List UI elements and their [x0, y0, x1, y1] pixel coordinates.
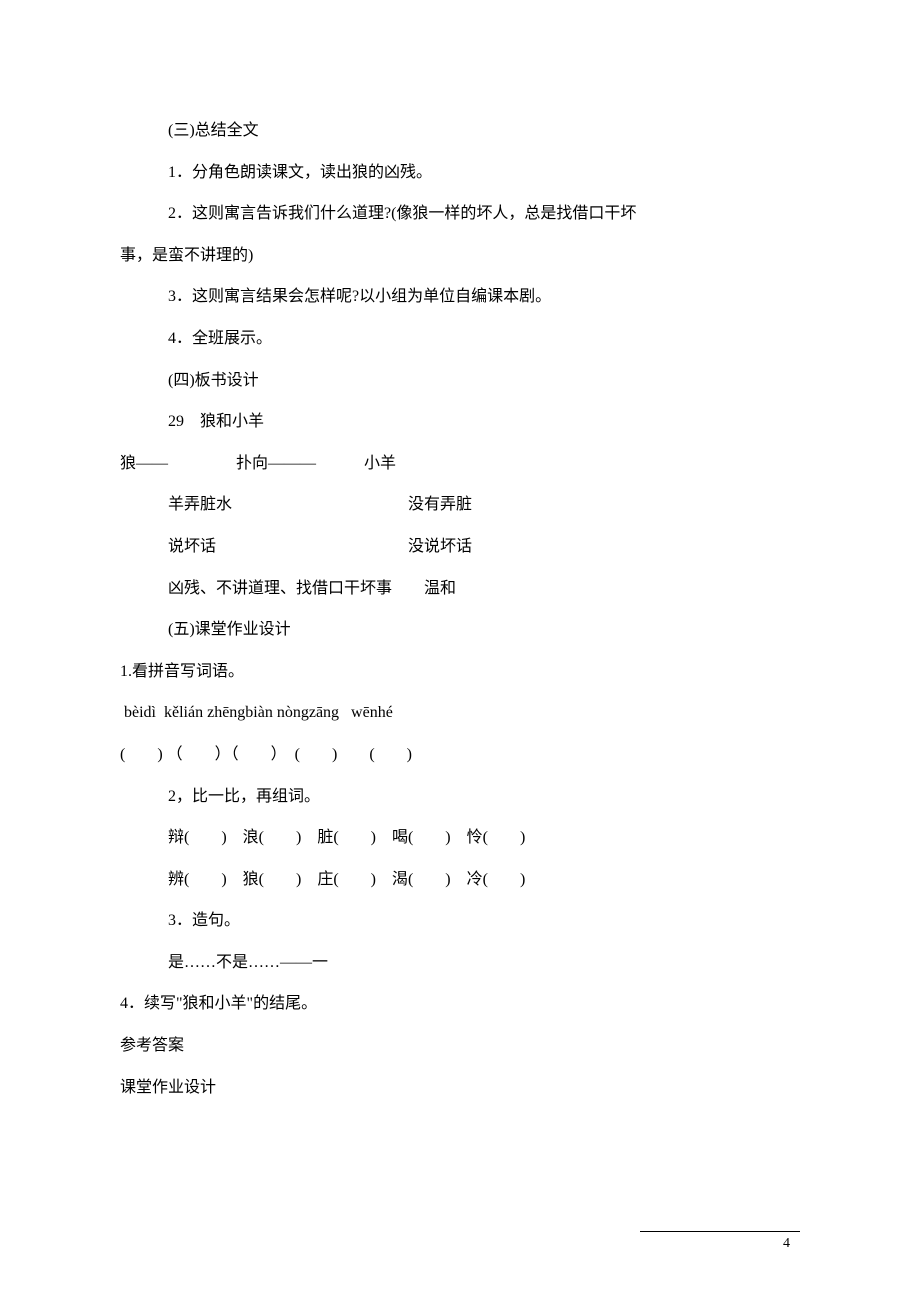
body-text: 狼—— 扑向——— 小羊	[120, 443, 800, 485]
blank-row: ( ) （ ）（ ） ( ) ( )	[120, 734, 800, 776]
footer-rule	[640, 1231, 800, 1232]
answer-heading: 参考答案	[120, 1025, 800, 1067]
page-number: 4	[783, 1236, 790, 1252]
exercise-2-title: 2，比一比，再组词。	[120, 776, 800, 818]
exercise-3-title: 3．造句。	[120, 900, 800, 942]
body-text: 是……不是……——一	[120, 942, 800, 984]
body-text: 凶残、不讲道理、找借口干坏事 温和	[120, 568, 800, 610]
body-text: 3．这则寓言结果会怎样呢?以小组为单位自编课本剧。	[120, 276, 800, 318]
pinyin-row: bèidì kělián zhēngbiàn nòngzāng wēnhé	[120, 692, 800, 734]
answer-subheading: 课堂作业设计	[120, 1067, 800, 1109]
heading-section-4: (四)板书设计	[120, 360, 800, 402]
word-row: 辨( ) 狼( ) 庄( ) 渴( ) 冷( )	[120, 859, 800, 901]
body-text: 2．这则寓言告诉我们什么道理?(像狼一样的坏人，总是找借口干坏	[120, 193, 800, 235]
word-row: 辩( ) 浪( ) 脏( ) 喝( ) 怜( )	[120, 817, 800, 859]
body-text: 事，是蛮不讲理的)	[120, 235, 800, 277]
body-text: 羊弄脏水 没有弄脏	[120, 484, 800, 526]
heading-section-5: (五)课堂作业设计	[120, 609, 800, 651]
body-text: 4．全班展示。	[120, 318, 800, 360]
exercise-4-title: 4．续写"狼和小羊"的结尾。	[120, 983, 800, 1025]
exercise-1-title: 1.看拼音写词语。	[120, 651, 800, 693]
body-text: 29 狼和小羊	[120, 401, 800, 443]
body-text: 1．分角色朗读课文，读出狼的凶残。	[120, 152, 800, 194]
heading-section-3: (三)总结全文	[120, 110, 800, 152]
body-text: 说坏话 没说坏话	[120, 526, 800, 568]
document-page: (三)总结全文 1．分角色朗读课文，读出狼的凶残。 2．这则寓言告诉我们什么道理…	[0, 0, 920, 1168]
